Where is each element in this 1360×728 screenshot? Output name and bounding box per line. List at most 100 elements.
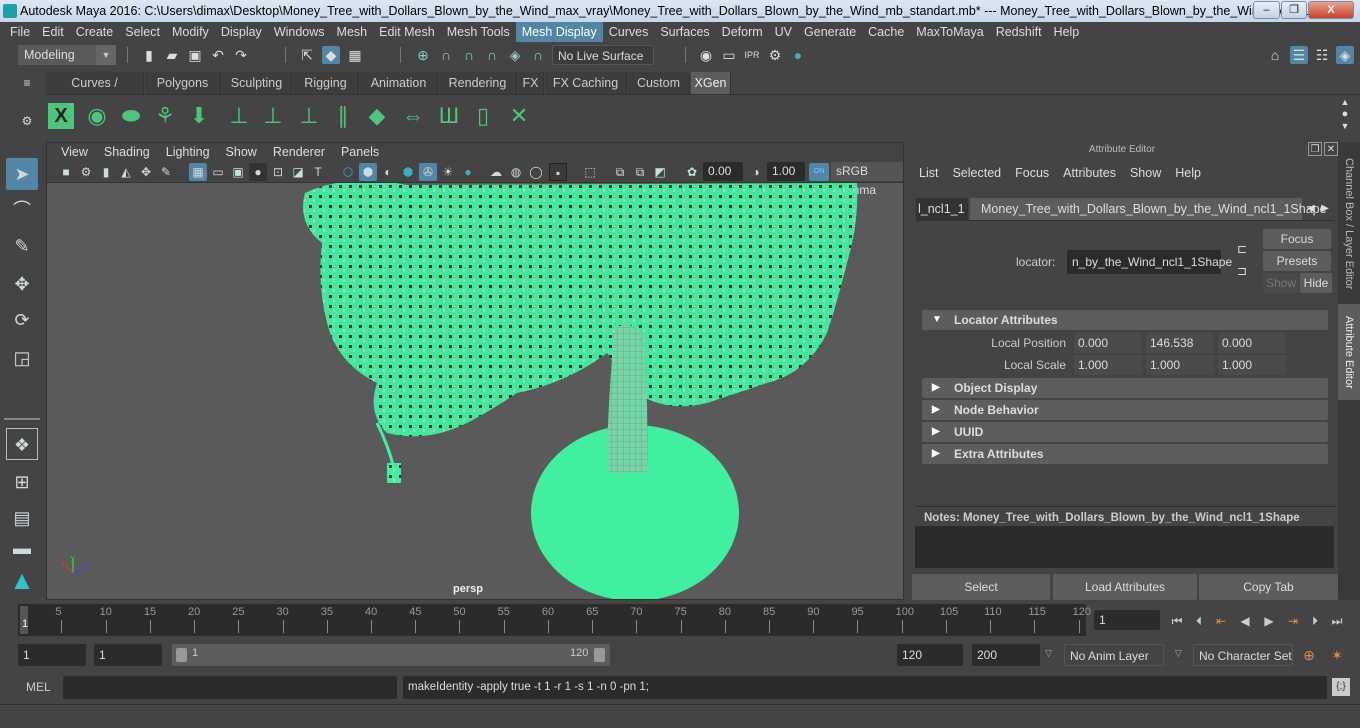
menu-deform[interactable]: Deform — [716, 22, 769, 42]
snap-to-point-icon[interactable]: ∩ — [460, 46, 478, 64]
shelf-menu-icon[interactable]: ≡ — [18, 74, 36, 92]
exposure-icon[interactable]: ✿ — [683, 163, 701, 181]
shelf-tab-rigging[interactable]: Rigging — [293, 72, 359, 94]
exposure-field[interactable]: 0.00 — [703, 162, 743, 181]
section-locator-attributes[interactable]: ▼ Locator Attributes — [922, 310, 1328, 330]
xgen-delete-guide-icon[interactable]: ✕ — [504, 101, 534, 131]
snap-to-curve-icon[interactable]: ∩ — [437, 46, 455, 64]
range-start-handle[interactable] — [176, 648, 187, 662]
ae-menu-list[interactable]: List — [912, 164, 945, 182]
live-surface-field[interactable]: No Live Surface — [552, 45, 654, 65]
menu-help[interactable]: Help — [1048, 22, 1086, 42]
local-position-x-field[interactable]: 0.000 — [1074, 333, 1142, 353]
menu-mesh-display[interactable]: Mesh Display — [515, 22, 603, 42]
grease-pencil-icon[interactable]: ✎ — [157, 163, 175, 181]
local-scale-x-field[interactable]: 1.000 — [1074, 355, 1142, 375]
snap-to-view-plane-icon[interactable]: ◈ — [506, 46, 524, 64]
select-button[interactable]: Select — [912, 574, 1050, 600]
xray-joints-icon[interactable]: ◩ — [651, 163, 669, 181]
ae-menu-show[interactable]: Show — [1123, 164, 1168, 182]
menu-select[interactable]: Select — [119, 22, 166, 42]
character-set-chevron-down-icon[interactable]: ▽ — [1175, 648, 1182, 659]
load-attributes-button[interactable]: Load Attributes — [1053, 574, 1197, 600]
locator-name-field[interactable]: n_by_the_Wind_ncl1_1Shape — [1067, 250, 1232, 274]
default-material-icon[interactable]: ◐ — [379, 163, 397, 181]
ae-menu-selected[interactable]: Selected — [945, 164, 1008, 182]
menu-uv[interactable]: UV — [769, 22, 798, 42]
shelf-settings-gear-icon[interactable]: ⚙ — [18, 112, 36, 130]
wireframe-icon[interactable]: ⬡ — [339, 163, 357, 181]
motion-blur-icon[interactable]: ◍ — [507, 163, 525, 181]
screen-space-ao-icon[interactable]: ☁ — [487, 163, 505, 181]
menu-surfaces[interactable]: Surfaces — [654, 22, 715, 42]
hypershade-icon[interactable]: ● — [789, 46, 807, 64]
modeling-toolkit-icon[interactable]: ⌂ — [1266, 46, 1284, 64]
menu-modify[interactable]: Modify — [166, 22, 215, 42]
select-by-object-icon[interactable]: ◆ — [322, 46, 340, 64]
use-all-lights-icon[interactable]: ☀ — [439, 163, 457, 181]
safe-title-icon[interactable]: T — [309, 163, 327, 181]
menu-redshift[interactable]: Redshift — [990, 22, 1048, 42]
select-output-icon[interactable]: ⊐ — [1233, 262, 1251, 280]
menu-create[interactable]: Create — [70, 22, 120, 42]
resolution-gate-icon[interactable]: ▣ — [229, 163, 247, 181]
shelf-tab-animation[interactable]: Animation — [360, 72, 438, 94]
color-management-toggle[interactable]: ON — [809, 163, 829, 181]
menu-cache[interactable]: Cache — [862, 22, 910, 42]
xray-icon[interactable]: ⧉ — [611, 163, 629, 181]
ipr-render-icon[interactable]: IPR — [743, 46, 761, 64]
xgen-lock-guide-icon[interactable]: ⊥ — [294, 101, 324, 131]
select-input-icon[interactable]: ⊏ — [1233, 240, 1251, 258]
make-live-icon[interactable]: ∩ — [529, 46, 547, 64]
ae-menu-attributes[interactable]: Attributes — [1056, 164, 1123, 182]
tool-settings-icon[interactable]: ☷ — [1313, 46, 1331, 64]
render-settings-icon[interactable]: ⚙ — [766, 46, 784, 64]
shelf-tab-fx-caching[interactable]: FX Caching — [545, 72, 627, 94]
undo-icon[interactable]: ↶ — [209, 46, 227, 64]
viewport-menu-renderer[interactable]: Renderer — [265, 143, 333, 161]
xgen-clear-preview-icon[interactable]: ⬬ — [116, 101, 146, 131]
minimize-button[interactable]: – — [1253, 1, 1280, 19]
section-object-display[interactable]: ▶ Object Display — [922, 378, 1328, 398]
snap-to-projected-center-icon[interactable]: ∩ — [483, 46, 501, 64]
select-by-hierarchy-icon[interactable]: ⇱ — [298, 46, 316, 64]
tab-scroll-right-icon[interactable]: ▶ — [1316, 200, 1334, 218]
channel-box-toggle-icon[interactable]: ◈ — [1336, 46, 1354, 64]
ae-menu-help[interactable]: Help — [1168, 164, 1208, 182]
presets-button[interactable]: Presets — [1263, 251, 1331, 271]
2d-pan-zoom-icon[interactable]: ✥ — [137, 163, 155, 181]
anim-layer-chevron-down-icon[interactable]: ▽ — [1045, 648, 1052, 659]
scene-render[interactable] — [47, 183, 903, 599]
shadows-icon[interactable]: ● — [459, 163, 477, 181]
menu-set-dropdown[interactable]: Modeling ▼ — [18, 45, 116, 65]
attribute-editor-toggle-icon[interactable]: ☰ — [1290, 46, 1308, 64]
image-plane-icon[interactable]: ◭ — [117, 163, 135, 181]
rotate-tool-icon[interactable]: ⟳ — [6, 304, 38, 336]
viewport-menu-show[interactable]: Show — [218, 143, 265, 161]
scale-tool-icon[interactable]: ◲ — [6, 342, 38, 374]
smooth-shade-icon[interactable]: ⬢ — [359, 163, 377, 181]
viewport-menu-panels[interactable]: Panels — [333, 143, 387, 161]
close-panel-icon[interactable]: ✕ — [1324, 142, 1338, 156]
step-forward-key-icon[interactable]: ⇥ — [1284, 612, 1302, 630]
menu-mesh[interactable]: Mesh — [331, 22, 374, 42]
shelf-scroll-down-icon[interactable]: ▼ — [1336, 117, 1354, 135]
notes-textarea[interactable] — [915, 526, 1334, 568]
menu-file[interactable]: File — [4, 22, 36, 42]
menu-mesh-tools[interactable]: Mesh Tools — [441, 22, 516, 42]
viewport-panel[interactable]: View Shading Lighting Show Renderer Panels ■ … — [46, 142, 904, 600]
local-scale-z-field[interactable]: 1.000 — [1218, 355, 1286, 375]
gamma-icon[interactable]: ◑ — [747, 163, 765, 181]
tab-shape-node[interactable]: Money_Tree_with_Dollars_Blown_by_the_Win… — [970, 198, 1327, 220]
new-scene-icon[interactable]: ▮ — [140, 46, 158, 64]
film-gate-icon[interactable]: ▭ — [209, 163, 227, 181]
step-back-key-icon[interactable]: ⇤ — [1212, 612, 1230, 630]
shelf-tab-curves-surfaces[interactable]: Curves / Surfaces — [46, 72, 144, 112]
anim-layer-dropdown[interactable]: No Anim Layer — [1064, 644, 1164, 666]
tab-channel-box-layer-editor[interactable]: Channel Box / Layer Editor — [1338, 148, 1360, 300]
script-editor-icon[interactable]: {;} — [1332, 678, 1350, 696]
xray-active-components-icon[interactable]: ⧉ — [631, 163, 649, 181]
xgen-editor-icon[interactable]: X — [48, 103, 74, 129]
open-scene-icon[interactable]: ▰ — [163, 46, 181, 64]
copy-tab-button[interactable]: Copy Tab — [1199, 574, 1338, 600]
